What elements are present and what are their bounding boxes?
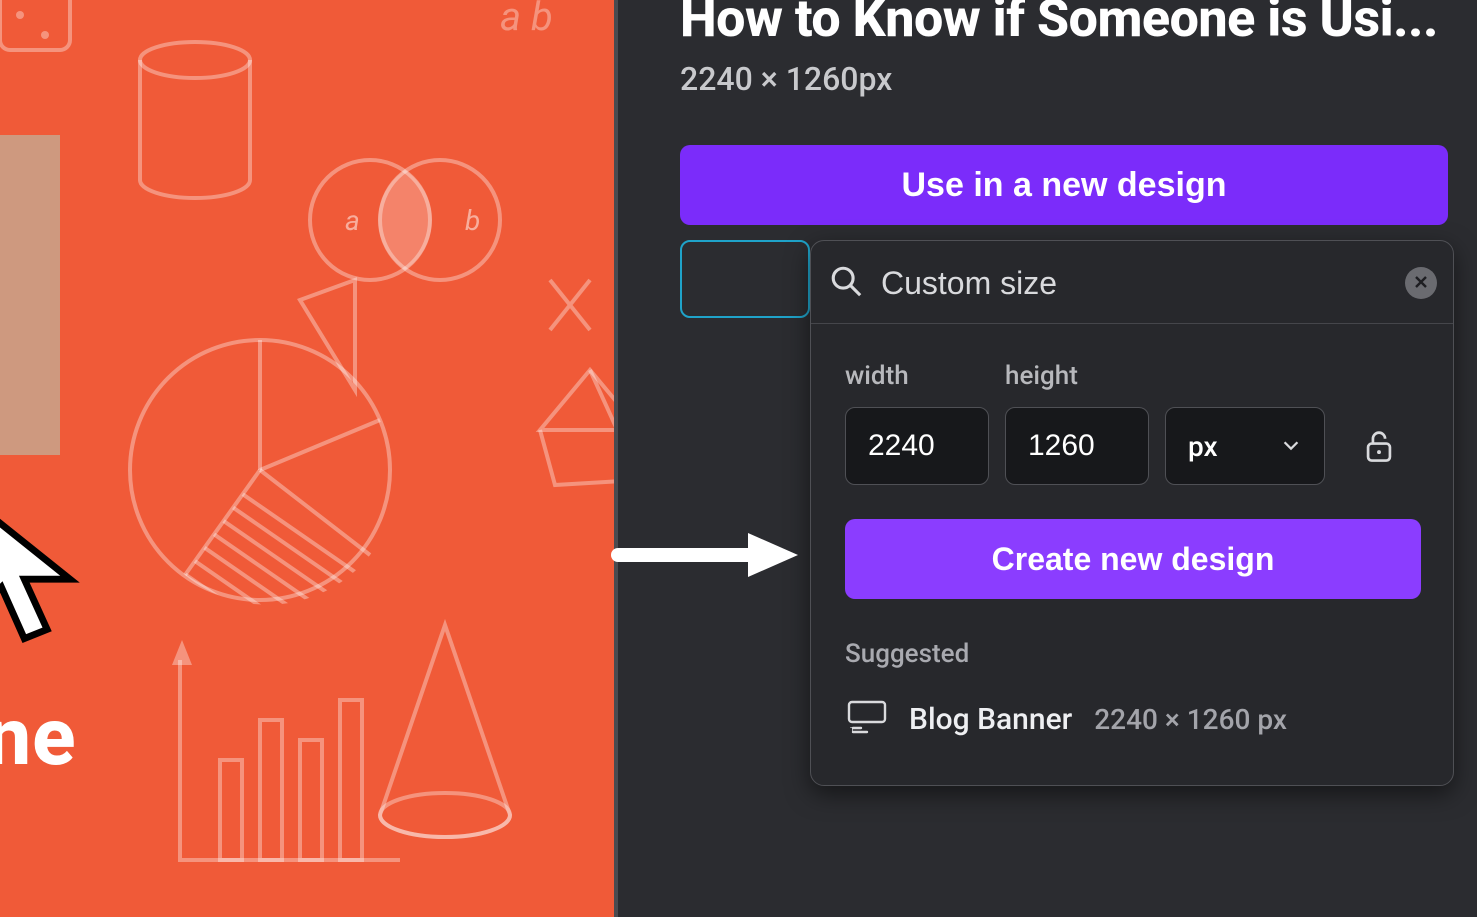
suggested-template-name: Blog Banner <box>909 702 1072 737</box>
suggested-template-dims: 2240 × 1260 px <box>1094 703 1287 736</box>
create-new-design-button[interactable]: Create new design <box>845 519 1421 599</box>
clear-search-button[interactable] <box>1405 267 1437 299</box>
custom-size-popover: width height px <box>810 240 1454 786</box>
popover-divider <box>811 323 1453 324</box>
search-icon <box>829 264 863 302</box>
design-title: How to Know if Someone is Usi... <box>680 0 1438 49</box>
height-input[interactable] <box>1005 407 1149 485</box>
cursor-icon <box>0 490 100 650</box>
close-icon <box>1414 275 1428 292</box>
canvas-preview: a b a b <box>0 0 614 917</box>
unit-value: px <box>1188 430 1218 463</box>
svg-text:b: b <box>465 204 480 237</box>
svg-text:T: T <box>850 726 855 734</box>
suggested-heading: Suggested <box>845 639 969 669</box>
canvas-doodles: a b a b <box>0 0 614 917</box>
design-info-panel: How to Know if Someone is Usi... 2240 × … <box>618 0 1477 917</box>
width-label: width <box>845 361 909 391</box>
svg-text:a: a <box>345 204 360 237</box>
height-label: height <box>1005 361 1078 391</box>
lock-aspect-button[interactable] <box>1359 427 1399 467</box>
width-input[interactable] <box>845 407 989 485</box>
secondary-button-partial[interactable] <box>680 240 810 318</box>
svg-text:a b: a b <box>500 0 553 40</box>
use-in-new-design-button[interactable]: Use in a new design <box>680 145 1448 225</box>
design-dimensions: 2240 × 1260px <box>680 60 892 98</box>
suggested-template-item[interactable]: T Blog Banner 2240 × 1260 px <box>841 689 1425 749</box>
unit-select[interactable]: px <box>1165 407 1325 485</box>
blog-banner-icon: T <box>847 700 887 738</box>
custom-size-search-input[interactable] <box>881 265 1387 302</box>
canvas-text-fragment: one <box>0 690 76 784</box>
chevron-down-icon <box>1280 430 1302 463</box>
unlock-icon <box>1364 451 1394 466</box>
